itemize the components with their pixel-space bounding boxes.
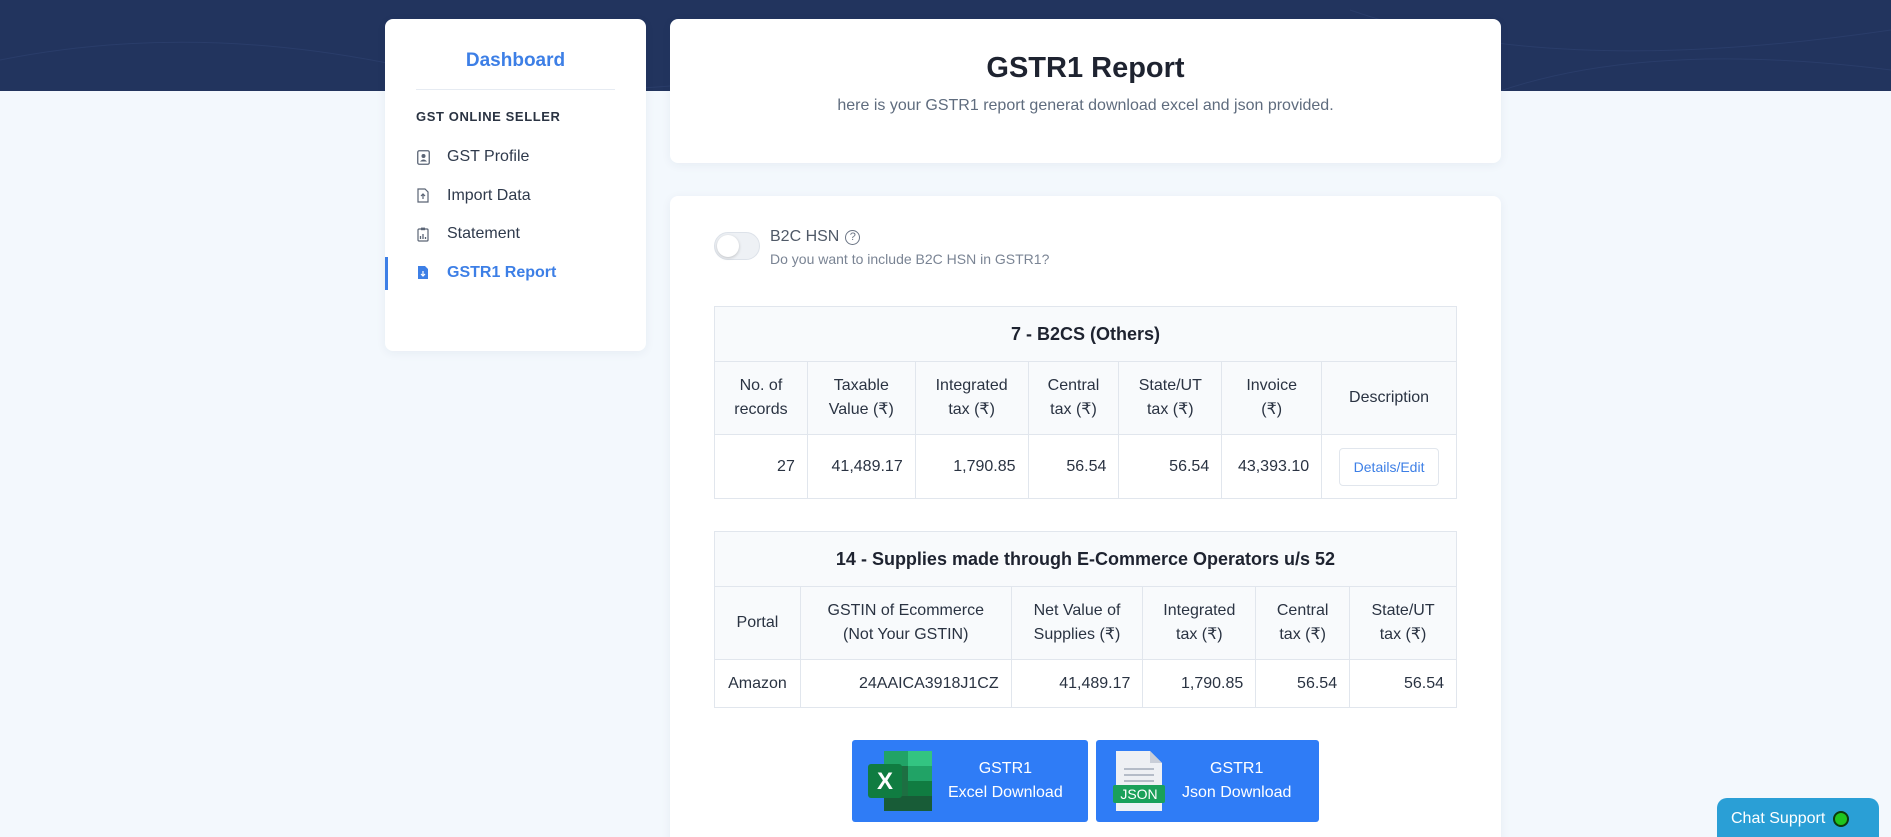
col-header: State/UT tax (₹) (1118, 361, 1223, 435)
help-icon[interactable]: ? (845, 229, 861, 245)
json-download-button[interactable]: JSON GSTR1 Json Download (1096, 740, 1319, 822)
col-header: Invoice (₹) (1221, 361, 1323, 435)
col-header: Central tax (₹) (1027, 361, 1120, 435)
sidebar-nav: GST Profile Import Data Statement GSTR1 … (385, 138, 646, 292)
table-caption: 14 - Supplies made through E-Commerce Op… (714, 531, 1457, 587)
col-header: Description (1321, 361, 1457, 435)
cell-state-tax: 56.54 (1118, 434, 1223, 499)
table-caption: 7 - B2CS (Others) (714, 306, 1457, 362)
col-header: Portal (714, 586, 801, 660)
json-download-label: GSTR1 Json Download (1182, 760, 1292, 801)
cell-gstin: 24AAICA3918J1CZ (799, 659, 1012, 708)
report-card: B2C HSN ? Do you want to include B2C HSN… (670, 196, 1501, 837)
cell-portal: Amazon (714, 659, 801, 708)
table-row: Amazon 24AAICA3918J1CZ 41,489.17 1,790.8… (714, 659, 1457, 708)
col-header: Integrated tax (₹) (1142, 586, 1257, 660)
sidebar-item-gstr1-report[interactable]: GSTR1 Report (385, 254, 646, 293)
sidebar-divider (416, 89, 615, 90)
cell-state-tax: 56.54 (1349, 659, 1457, 708)
sidebar-item-import-data[interactable]: Import Data (385, 177, 646, 216)
table-header-row: No. of records Taxable Value (₹) Integrate… (714, 361, 1457, 435)
toggle-label: B2C HSN (770, 228, 840, 245)
excel-download-label: GSTR1 Excel Download (948, 760, 1063, 801)
col-header: State/UT tax (₹) (1349, 586, 1457, 660)
file-import-icon (416, 188, 430, 204)
excel-icon: X (866, 749, 934, 813)
cell-integrated-tax: 1,790.85 (914, 434, 1029, 499)
table-caption-row: 7 - B2CS (Others) (714, 306, 1457, 362)
sidebar-item-label: Statement (447, 225, 520, 243)
table-row: 27 41,489.17 1,790.85 56.54 56.54 43,393… (714, 434, 1457, 499)
excel-download-button[interactable]: X GSTR1 Excel Download (852, 740, 1088, 822)
sidebar-item-label: GSTR1 Report (447, 263, 557, 281)
cell-central-tax: 56.54 (1255, 659, 1351, 708)
col-header: Central tax (₹) (1255, 586, 1351, 660)
cell-central-tax: 56.54 (1027, 434, 1120, 499)
sidebar-item-label: Import Data (447, 186, 531, 204)
toggle-description: Do you want to include B2C HSN in GSTR1? (770, 251, 1050, 267)
page-header-card: GSTR1 Report here is your GSTR1 report g… (670, 19, 1501, 163)
sidebar-item-label: GST Profile (447, 148, 530, 166)
cell-invoice: 43,393.10 (1221, 434, 1323, 499)
toggle-title: B2C HSN ? (770, 228, 861, 246)
ecommerce-table: 14 - Supplies made through E-Commerce Op… (714, 531, 1457, 708)
toggle-knob (717, 235, 739, 257)
profile-icon (416, 149, 430, 165)
col-header: Net Value of Supplies (₹) (1010, 586, 1144, 660)
col-header: No. of records (714, 361, 808, 435)
sidebar-item-gst-profile[interactable]: GST Profile (385, 138, 646, 177)
statement-icon (416, 226, 430, 242)
col-header: Integrated tax (₹) (914, 361, 1029, 435)
cell-records: 27 (714, 434, 808, 499)
details-edit-button[interactable]: Details/Edit (1338, 447, 1440, 486)
json-file-icon: JSON (1112, 749, 1166, 813)
cell-integrated-tax: 1,790.85 (1142, 659, 1257, 708)
sidebar: Dashboard GST ONLINE SELLER GST Profile … (385, 19, 646, 351)
col-header: GSTIN of Ecommerce (Not Your GSTIN) (799, 586, 1012, 660)
sidebar-section-title: GST ONLINE SELLER (416, 109, 561, 124)
cell-net-value: 41,489.17 (1010, 659, 1144, 708)
page-title: GSTR1 Report (986, 52, 1185, 84)
chat-support-button[interactable]: Chat Support (1717, 798, 1879, 837)
dashboard-link[interactable]: Dashboard (385, 50, 646, 72)
cell-description: Details/Edit (1321, 434, 1457, 499)
online-status-icon (1833, 811, 1850, 827)
report-file-icon (416, 265, 430, 281)
svg-text:JSON: JSON (1120, 786, 1157, 802)
sidebar-item-statement[interactable]: Statement (385, 215, 646, 254)
table-header-row: Portal GSTIN of Ecommerce (Not Your GSTIN… (714, 586, 1457, 660)
cell-taxable-value: 41,489.17 (806, 434, 916, 499)
chat-support-label: Chat Support (1731, 810, 1826, 827)
table-caption-row: 14 - Supplies made through E-Commerce Op… (714, 531, 1457, 587)
b2cs-table: 7 - B2CS (Others) No. of records Taxable V… (714, 306, 1457, 499)
b2c-hsn-toggle[interactable] (714, 232, 760, 260)
svg-text:X: X (877, 768, 893, 795)
col-header: Taxable Value (₹) (806, 361, 916, 435)
page-subtitle: here is your GSTR1 report generat downlo… (837, 97, 1334, 114)
